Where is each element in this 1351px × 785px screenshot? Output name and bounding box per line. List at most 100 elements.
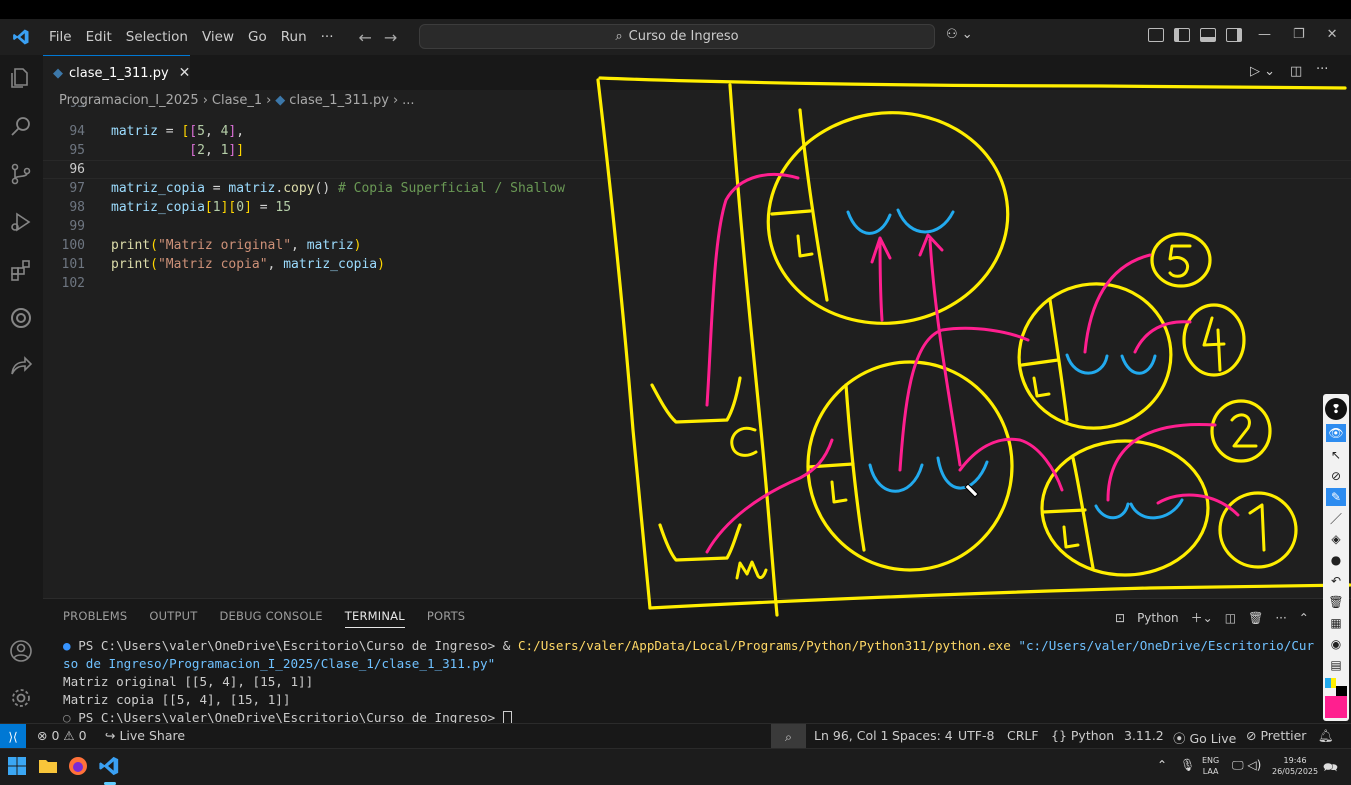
go-live[interactable]: ⦿ Go Live <box>1173 728 1236 747</box>
live-share-status[interactable]: ↪ Live Share <box>105 728 185 743</box>
eye-icon[interactable]: 👁︎ <box>1326 424 1346 442</box>
notifications-icon[interactable]: 🗪︎ <box>1323 758 1338 779</box>
menu-edit[interactable]: Edit <box>79 19 119 55</box>
toggle-secondary-sidebar-icon[interactable] <box>1226 28 1242 42</box>
code-line: 93 <box>43 104 1351 114</box>
copilot-icon[interactable]: ⚇ ⌄ <box>946 27 973 42</box>
language-indicator[interactable]: ENG LAA <box>1202 755 1219 777</box>
code-line: 98 matriz_copia[1][0] = 15 <box>69 200 292 215</box>
marker-icon[interactable]: ／ <box>1326 509 1346 527</box>
notifications-bell-icon[interactable]: 🔔︎ <box>1318 728 1334 744</box>
tab-terminal[interactable]: TERMINAL <box>344 609 405 628</box>
terminal-output[interactable]: ● PS C:\Users\valer\OneDrive\Escritorio\… <box>63 637 1314 727</box>
back-arrow-icon[interactable]: ← <box>359 28 372 47</box>
camera-icon[interactable]: ◉ <box>1326 635 1346 653</box>
close-tab-icon[interactable]: ✕ <box>179 65 191 81</box>
split-terminal-icon[interactable]: ◫ <box>1225 611 1236 625</box>
menu-more[interactable]: ··· <box>314 19 341 55</box>
maximize-panel-icon[interactable]: ⌃ <box>1299 611 1309 625</box>
braces-icon: {} <box>1051 728 1067 743</box>
encoding[interactable]: UTF-8 <box>958 728 994 743</box>
zoom-icon[interactable]: ⌕ <box>771 724 806 749</box>
clock[interactable]: 19:46 26/05/2025 <box>1272 755 1318 777</box>
menu-file[interactable]: File <box>42 19 79 55</box>
tab-ports[interactable]: PORTS <box>427 609 465 628</box>
bottom-panel: PROBLEMS OUTPUT DEBUG CONSOLE TERMINAL P… <box>43 598 1351 726</box>
remote-explorer-icon[interactable] <box>6 303 36 333</box>
problems-status[interactable]: ⊗ 0 ⚠ 0 <box>37 728 87 743</box>
pen-tool-icon[interactable]: ✎ <box>1326 488 1346 506</box>
python-version[interactable]: 3.11.2 <box>1124 728 1164 743</box>
pen-app-logo-icon[interactable]: ❢ <box>1325 398 1347 420</box>
windows-start-icon[interactable] <box>6 755 30 779</box>
file-explorer-icon[interactable] <box>37 755 61 779</box>
search-view-icon[interactable] <box>6 111 36 141</box>
remote-indicator-icon[interactable]: ⟩⟨ <box>0 724 26 749</box>
extensions-icon[interactable] <box>6 255 36 285</box>
firefox-icon[interactable] <box>67 755 91 779</box>
code-line: 101 print("Matriz copia", matriz_copia) <box>61 257 385 272</box>
line-ending[interactable]: CRLF <box>1007 728 1039 743</box>
tab-clase-1-311[interactable]: ◆ clase_1_311.py ✕ <box>43 55 190 90</box>
cursor-position[interactable]: Ln 96, Col 1 <box>814 728 889 743</box>
code-line: 99 <box>69 219 85 234</box>
run-debug-icon[interactable] <box>6 207 36 237</box>
prompt-bullet-icon: ● <box>63 638 71 653</box>
kill-terminal-icon[interactable]: 🗑 <box>1248 611 1263 625</box>
minimize-icon[interactable]: — <box>1258 27 1271 42</box>
tab-output[interactable]: OUTPUT <box>149 609 197 628</box>
color-cyan[interactable] <box>1325 678 1331 688</box>
stop-icon[interactable]: ⊘ <box>1326 467 1346 485</box>
whiteboard-icon[interactable]: ▦ <box>1326 614 1346 632</box>
account-icon[interactable] <box>6 636 36 666</box>
tab-problems[interactable]: PROBLEMS <box>63 609 127 628</box>
restore-icon[interactable]: ❐ <box>1293 27 1305 42</box>
os-taskbar: ⌃ 🎙︎ ENG LAA 🖵︎ ◁) 19:46 26/05/2025 🗪︎ <box>0 748 1351 785</box>
tab-bar: ◆ clase_1_311.py ✕ ▷ ⌄ ◫ ··· <box>43 55 1351 90</box>
prettier-icon: ⊘ <box>1246 728 1257 743</box>
forward-arrow-icon[interactable]: → <box>384 28 397 47</box>
clipboard-icon[interactable]: ▤ <box>1326 656 1346 674</box>
explorer-icon[interactable] <box>6 63 36 93</box>
source-control-icon[interactable] <box>6 159 36 189</box>
color-palette[interactable] <box>1325 678 1347 718</box>
prettier[interactable]: ⊘ Prettier <box>1246 728 1306 743</box>
tray-chevron-icon[interactable]: ⌃ <box>1157 758 1167 772</box>
python-file-icon: ◆ <box>53 65 63 81</box>
command-center-search[interactable]: ⌕ Curso de Ingreso <box>419 24 935 49</box>
menu-run[interactable]: Run <box>274 19 314 55</box>
more-icon[interactable]: ··· <box>1275 611 1286 625</box>
new-terminal-icon[interactable]: ＋⌄ <box>1191 609 1213 626</box>
toggle-sidebar-icon[interactable] <box>1174 28 1190 42</box>
trash-icon[interactable]: 🗑︎ <box>1326 593 1346 611</box>
close-window-icon[interactable]: ✕ <box>1327 27 1338 42</box>
microphone-icon[interactable]: 🎙︎ <box>1180 758 1195 772</box>
color-black[interactable] <box>1336 686 1347 696</box>
toggle-panel-icon[interactable] <box>1200 28 1216 42</box>
eraser-icon[interactable]: ◈ <box>1326 530 1346 548</box>
color-magenta[interactable] <box>1325 696 1347 718</box>
live-share-view-icon[interactable] <box>6 351 36 381</box>
more-actions-icon[interactable]: ··· <box>1316 62 1328 77</box>
menu-selection[interactable]: Selection <box>119 19 195 55</box>
menu-go[interactable]: Go <box>241 19 274 55</box>
panel-tabs: PROBLEMS OUTPUT DEBUG CONSOLE TERMINAL P… <box>63 609 465 628</box>
split-editor-icon[interactable]: ◫ <box>1290 64 1302 79</box>
dot-size-icon[interactable]: ● <box>1326 551 1346 569</box>
undo-icon[interactable]: ↶ <box>1326 572 1346 590</box>
run-python-icon[interactable]: ▷ ⌄ <box>1250 64 1275 79</box>
customize-layout-icon[interactable] <box>1148 28 1164 42</box>
menu-view[interactable]: View <box>195 19 241 55</box>
language-mode[interactable]: {} Python <box>1051 728 1114 743</box>
network-volume-icon[interactable]: 🖵︎ ◁) <box>1232 758 1261 773</box>
top-black-strip <box>0 0 1351 19</box>
tab-debug-console[interactable]: DEBUG CONSOLE <box>219 609 322 628</box>
tab-filename: clase_1_311.py <box>69 65 169 81</box>
code-line: 95 [2, 1]] <box>69 143 245 158</box>
vscode-taskbar-icon[interactable] <box>98 755 122 779</box>
cursor-arrow-icon[interactable]: ↖ <box>1326 446 1346 464</box>
indentation[interactable]: Spaces: 4 <box>892 728 953 743</box>
settings-gear-icon[interactable] <box>6 683 36 713</box>
status-bar: ⟩⟨ ⊗ 0 ⚠ 0 ↪ Live Share ⌕ Ln 96, Col 1 S… <box>0 723 1351 749</box>
terminal-shell-label[interactable]: Python <box>1137 611 1179 625</box>
